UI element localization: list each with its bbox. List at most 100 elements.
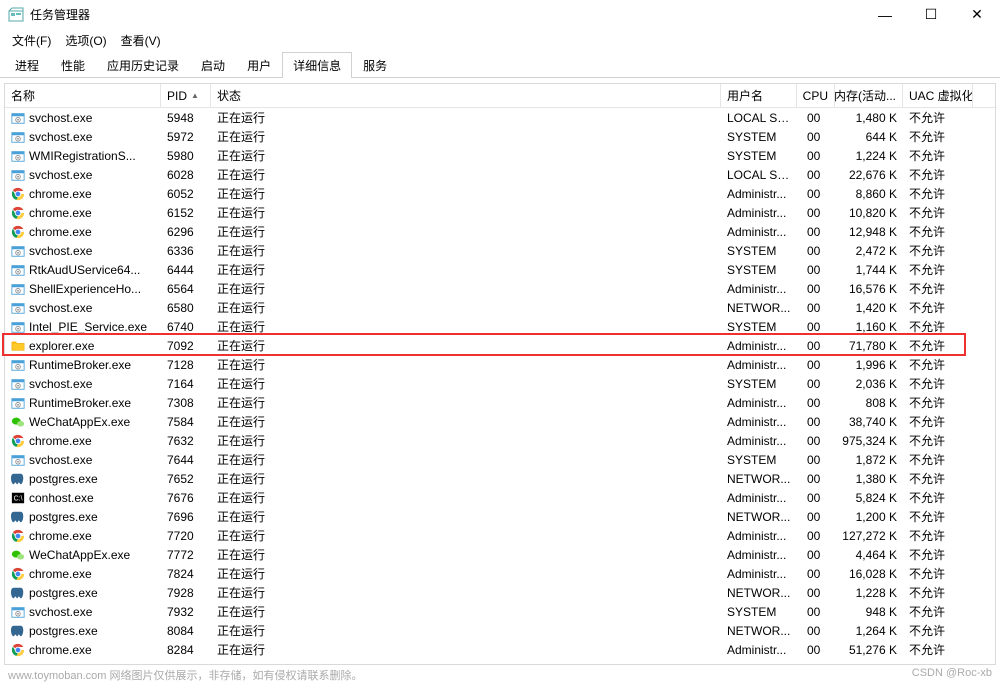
- content-area: 名称 PID▲ 状态 用户名 CPU 内存(活动... UAC 虚拟化 svch…: [0, 78, 1000, 665]
- table-row[interactable]: RuntimeBroker.exe7128正在运行Administr...001…: [5, 355, 995, 374]
- table-row[interactable]: svchost.exe7164正在运行SYSTEM002,036 K不允许: [5, 374, 995, 393]
- cell-cpu: 00: [797, 244, 835, 258]
- table-row[interactable]: svchost.exe7932正在运行SYSTEM00948 K不允许: [5, 602, 995, 621]
- table-row[interactable]: postgres.exe7652正在运行NETWOR...001,380 K不允…: [5, 469, 995, 488]
- tab-services[interactable]: 服务: [352, 52, 398, 78]
- menu-options[interactable]: 选项(O): [59, 31, 112, 50]
- table-row[interactable]: ShellExperienceHo...6564正在运行Administr...…: [5, 279, 995, 298]
- tab-details[interactable]: 详细信息: [282, 52, 352, 78]
- cell-memory: 644 K: [835, 130, 903, 144]
- cell-name: ShellExperienceHo...: [5, 282, 161, 296]
- process-name: WeChatAppEx.exe: [29, 548, 130, 562]
- process-name: explorer.exe: [29, 339, 94, 353]
- table-row[interactable]: svchost.exe5948正在运行LOCAL SE...001,480 K不…: [5, 108, 995, 127]
- table-row[interactable]: C:\conhost.exe7676正在运行Administr...005,82…: [5, 488, 995, 507]
- cell-status: 正在运行: [211, 584, 721, 601]
- col-header-uac[interactable]: UAC 虚拟化: [903, 84, 973, 107]
- table-row[interactable]: chrome.exe7824正在运行Administr...0016,028 K…: [5, 564, 995, 583]
- col-header-name[interactable]: 名称: [5, 84, 161, 107]
- table-row[interactable]: explorer.exe7092正在运行Administr...0071,780…: [5, 336, 995, 355]
- table-row[interactable]: postgres.exe8084正在运行NETWOR...001,264 K不允…: [5, 621, 995, 640]
- cell-status: 正在运行: [211, 128, 721, 145]
- cell-pid: 7720: [161, 529, 211, 543]
- process-name: chrome.exe: [29, 434, 92, 448]
- cell-user: Administr...: [721, 548, 797, 562]
- table-row[interactable]: WeChatAppEx.exe7772正在运行Administr...004,4…: [5, 545, 995, 564]
- chrome-icon: [11, 187, 25, 201]
- cell-memory: 51,276 K: [835, 643, 903, 657]
- col-header-memory[interactable]: 内存(活动...: [835, 84, 903, 107]
- tab-users[interactable]: 用户: [236, 52, 282, 78]
- table-row[interactable]: svchost.exe6580正在运行NETWOR...001,420 K不允许: [5, 298, 995, 317]
- table-row[interactable]: svchost.exe6336正在运行SYSTEM002,472 K不允许: [5, 241, 995, 260]
- cell-user: Administr...: [721, 206, 797, 220]
- cell-uac: 不允许: [903, 261, 973, 278]
- table-row[interactable]: chrome.exe7632正在运行Administr...00975,324 …: [5, 431, 995, 450]
- table-row[interactable]: postgres.exe7928正在运行NETWOR...001,228 K不允…: [5, 583, 995, 602]
- maximize-button[interactable]: ☐: [908, 0, 954, 30]
- cell-memory: 975,324 K: [835, 434, 903, 448]
- menu-file[interactable]: 文件(F): [6, 31, 57, 50]
- table-row[interactable]: WMIRegistrationS...5980正在运行SYSTEM001,224…: [5, 146, 995, 165]
- table-row[interactable]: chrome.exe8284正在运行Administr...0051,276 K…: [5, 640, 995, 659]
- cell-pid: 7824: [161, 567, 211, 581]
- cell-cpu: 00: [797, 529, 835, 543]
- cell-name: chrome.exe: [5, 567, 161, 581]
- cell-user: SYSTEM: [721, 130, 797, 144]
- cell-status: 正在运行: [211, 470, 721, 487]
- cell-name: Intel_PIE_Service.exe: [5, 320, 161, 334]
- tab-performance[interactable]: 性能: [50, 52, 96, 78]
- table-row[interactable]: svchost.exe6028正在运行LOCAL SE...0022,676 K…: [5, 165, 995, 184]
- col-header-cpu[interactable]: CPU: [797, 84, 835, 107]
- cell-memory: 16,028 K: [835, 567, 903, 581]
- cell-uac: 不允许: [903, 147, 973, 164]
- table-row[interactable]: chrome.exe7720正在运行Administr...00127,272 …: [5, 526, 995, 545]
- cell-uac: 不允许: [903, 508, 973, 525]
- table-body[interactable]: svchost.exe5948正在运行LOCAL SE...001,480 K不…: [5, 108, 995, 664]
- table-row[interactable]: RtkAudUService64...6444正在运行SYSTEM001,744…: [5, 260, 995, 279]
- cell-uac: 不允许: [903, 413, 973, 430]
- table-row[interactable]: svchost.exe7644正在运行SYSTEM001,872 K不允许: [5, 450, 995, 469]
- cell-memory: 948 K: [835, 605, 903, 619]
- menu-view[interactable]: 查看(V): [115, 31, 167, 50]
- svc-icon: [11, 168, 25, 182]
- tab-processes[interactable]: 进程: [4, 52, 50, 78]
- process-name: RtkAudUService64...: [29, 263, 140, 277]
- table-row[interactable]: chrome.exe6152正在运行Administr...0010,820 K…: [5, 203, 995, 222]
- table-row[interactable]: WeChatAppEx.exe7584正在运行Administr...0038,…: [5, 412, 995, 431]
- table-row[interactable]: chrome.exe6052正在运行Administr...008,860 K不…: [5, 184, 995, 203]
- table-row[interactable]: svchost.exe5972正在运行SYSTEM00644 K不允许: [5, 127, 995, 146]
- cell-pid: 7092: [161, 339, 211, 353]
- close-button[interactable]: ✕: [954, 0, 1000, 30]
- tab-startup[interactable]: 启动: [190, 52, 236, 78]
- cell-cpu: 00: [797, 111, 835, 125]
- minimize-button[interactable]: —: [862, 0, 908, 30]
- pg-icon: [11, 510, 25, 524]
- pg-icon: [11, 472, 25, 486]
- cell-memory: 38,740 K: [835, 415, 903, 429]
- tab-app-history[interactable]: 应用历史记录: [96, 52, 190, 78]
- cell-name: postgres.exe: [5, 624, 161, 638]
- process-name: svchost.exe: [29, 168, 92, 182]
- cell-memory: 1,420 K: [835, 301, 903, 315]
- cell-name: RtkAudUService64...: [5, 263, 161, 277]
- col-header-user[interactable]: 用户名: [721, 84, 797, 107]
- cell-memory: 1,744 K: [835, 263, 903, 277]
- svc-icon: [11, 244, 25, 258]
- col-header-status[interactable]: 状态: [211, 84, 721, 107]
- titlebar: 任务管理器 — ☐ ✕: [0, 0, 1000, 30]
- cell-cpu: 00: [797, 624, 835, 638]
- chrome-icon: [11, 567, 25, 581]
- cell-memory: 1,224 K: [835, 149, 903, 163]
- cell-user: SYSTEM: [721, 377, 797, 391]
- col-header-pid[interactable]: PID▲: [161, 84, 211, 107]
- table-row[interactable]: postgres.exe7696正在运行NETWOR...001,200 K不允…: [5, 507, 995, 526]
- table-row[interactable]: Intel_PIE_Service.exe6740正在运行SYSTEM001,1…: [5, 317, 995, 336]
- cell-name: postgres.exe: [5, 586, 161, 600]
- cell-memory: 2,472 K: [835, 244, 903, 258]
- table-row[interactable]: RuntimeBroker.exe7308正在运行Administr...008…: [5, 393, 995, 412]
- cell-cpu: 00: [797, 187, 835, 201]
- table-row[interactable]: chrome.exe6296正在运行Administr...0012,948 K…: [5, 222, 995, 241]
- cell-name: explorer.exe: [5, 339, 161, 353]
- cell-uac: 不允许: [903, 204, 973, 221]
